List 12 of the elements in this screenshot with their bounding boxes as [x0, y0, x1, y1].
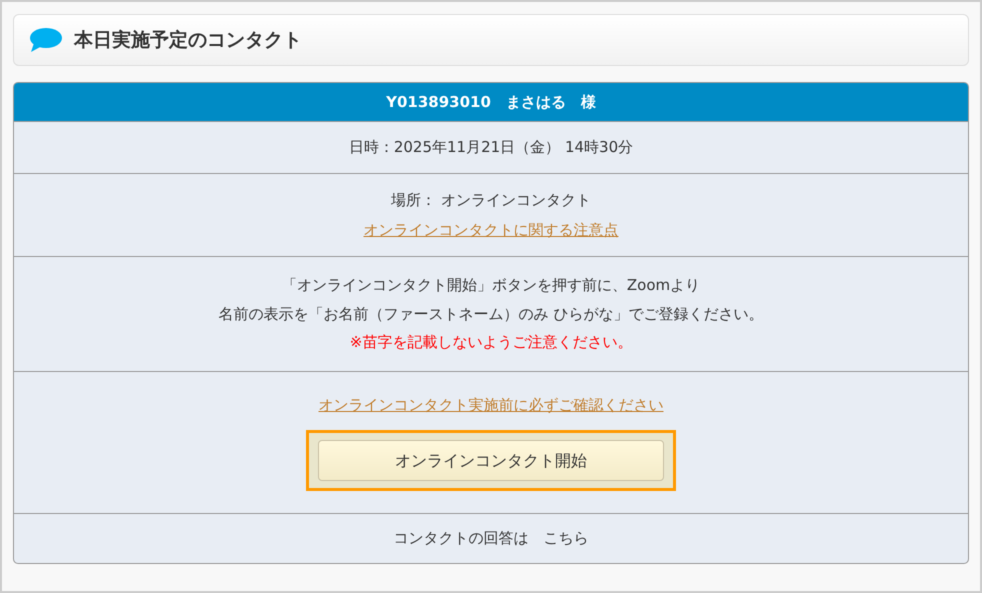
date-time-text: 日時：2025年11月21日（金） 14時30分	[348, 137, 634, 158]
notes-link[interactable]: オンラインコンタクトに関する注意点	[364, 218, 618, 241]
notice-text: 名前の表示を「お名前（ファーストネーム）のみ ひらがな」でご登録ください。	[218, 304, 764, 325]
start-button[interactable]: オンラインコンタクト開始	[318, 440, 664, 482]
confirm-link[interactable]: オンラインコンタクト実施前に必ずご確認ください	[318, 394, 664, 416]
place-text: 場所： オンラインコンタクト	[391, 190, 591, 211]
section-title: 本日実施予定のコンタクト	[74, 28, 302, 53]
speech-bubble-icon	[28, 27, 62, 53]
card-title: Y013893010 まさはる 様	[14, 83, 968, 121]
answer-text: コンタクトの回答は こちら	[394, 528, 588, 550]
notice-text: 「オンラインコンタクト開始」ボタンを押す前に、Zoomより	[282, 275, 700, 296]
warning-text: ※苗字を記載しないようご注意ください。	[350, 332, 632, 354]
